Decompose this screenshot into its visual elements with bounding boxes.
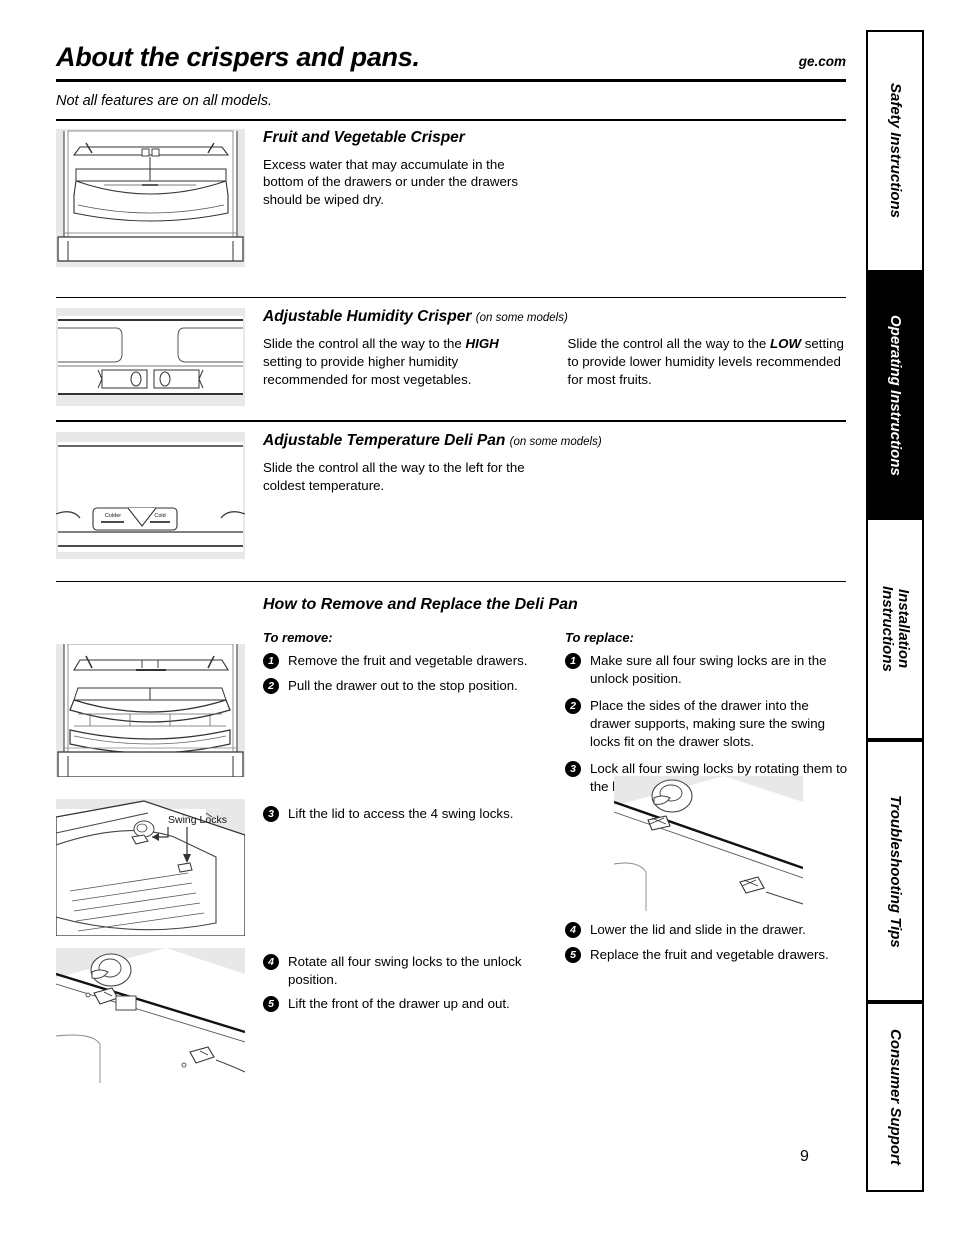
to-remove-label: To remove: [263, 630, 333, 646]
list-item: 4 Rotate all four swing locks to the unl… [263, 953, 553, 988]
page-number: 9 [800, 1148, 809, 1165]
humidity-low-text: Slide the control all the way to the LOW… [568, 335, 847, 388]
humidity-high-column: Slide the control all the way to the HIG… [263, 335, 542, 388]
swing-locks-lock-illustration [614, 776, 803, 912]
remove-steps-list-top: 1 Remove the fruit and vegetable drawers… [263, 652, 553, 694]
step-text: Lift the lid to access the 4 swing locks… [288, 806, 514, 822]
deli-pan-illustration: Colder Cold [56, 431, 245, 559]
crisper-heading: Fruit and Vegetable Crisper [263, 128, 465, 146]
divider-deli [56, 420, 846, 422]
sidebar-tab-label: Consumer Support [886, 1029, 904, 1165]
list-item: 4 Lower the lid and slide in the drawer. [565, 921, 850, 939]
step-number: 4 [263, 954, 279, 971]
crisper-illustration [56, 128, 245, 267]
section-fruit-vegetable-crisper: Fruit and Vegetable Crisper Excess water… [56, 128, 846, 267]
step-number: 3 [263, 806, 279, 823]
sidebar-tab-label: Installation Instructions [879, 586, 912, 672]
models-note: Not all features are on all models. [56, 93, 272, 109]
remove-steps-45-wrapper: 4 Rotate all four swing locks to the unl… [263, 953, 553, 1020]
deli-control-colder-label: Colder [105, 513, 121, 519]
step-text: Place the sides of the drawer into the d… [590, 698, 826, 749]
remove-steps-list-bottom: 4 Rotate all four swing locks to the unl… [263, 953, 553, 1013]
step-number: 1 [263, 653, 279, 670]
replace-steps-45-wrapper: 4 Lower the lid and slide in the drawer.… [565, 921, 850, 970]
open-drawer-illustration [56, 644, 245, 778]
step-number: 2 [565, 698, 581, 715]
step-text: Lift the front of the drawer up and out. [288, 996, 510, 1012]
sidebar-tab-operating-instructions[interactable]: Operating Instructions [866, 272, 924, 518]
humidity-high-pre: Slide the control all the way to the [263, 336, 466, 352]
replace-steps-list-bottom: 4 Lower the lid and slide in the drawer.… [565, 921, 850, 963]
deli-pan-heading-main: Adjustable Temperature Deli Pan [263, 431, 506, 449]
replace-steps-list-top: 1 Make sure all four swing locks are in … [565, 652, 850, 795]
divider-humidity [56, 296, 846, 299]
content-column: About the crispers and pans. ge.com Not … [56, 42, 847, 1084]
sidebar-tab-troubleshooting-tips[interactable]: Troubleshooting Tips [866, 740, 924, 1002]
step-text: Replace the fruit and vegetable drawers. [590, 946, 829, 962]
sidebar-tab-installation-instructions[interactable]: Installation Instructions [866, 518, 924, 740]
humidity-crisper-heading-main: Adjustable Humidity Crisper [263, 308, 472, 326]
deli-pan-qualifier: (on some models) [509, 435, 602, 448]
humidity-high-post: setting to provide higher humidity recom… [263, 354, 472, 387]
section-remove-replace: How to Remove and Replace the Deli Pan T… [56, 596, 847, 1084]
remove-step-3-wrapper: 3 Lift the lid to access the 4 swing loc… [263, 805, 553, 830]
remove-replace-heading: How to Remove and Replace the Deli Pan [263, 596, 578, 614]
section-adjustable-humidity-crisper: Adjustable Humidity Crisper (on some mod… [56, 308, 846, 407]
humidity-low-setting: LOW [770, 336, 802, 352]
step-number: 2 [263, 677, 279, 694]
list-item: 2 Pull the drawer out to the stop positi… [263, 677, 553, 695]
swing-locks-label-text: Swing Locks [168, 814, 227, 826]
step-number: 1 [565, 653, 581, 670]
crisper-body: Excess water that may accumulate in the … [263, 156, 518, 208]
ge-website-link[interactable]: ge.com [799, 54, 846, 69]
sidebar-tab-label: Troubleshooting Tips [886, 794, 904, 948]
step-text: Pull the drawer out to the stop position… [288, 677, 518, 693]
step-number: 4 [565, 922, 581, 939]
list-item: 5 Replace the fruit and vegetable drawer… [565, 946, 850, 964]
sidebar-tab-label: Operating Instructions [886, 314, 904, 476]
list-item: 1 Make sure all four swing locks are in … [565, 652, 850, 687]
crisper-text: Fruit and Vegetable Crisper Excess water… [245, 129, 846, 209]
swing-locks-callout-illustration: Swing Locks [56, 799, 245, 937]
humidity-crisper-qualifier: (on some models) [475, 312, 568, 325]
to-replace-label: To replace: [565, 630, 634, 646]
humidity-crisper-illustration [56, 308, 245, 407]
page-title: About the crispers and pans. [56, 42, 420, 72]
step-number: 5 [263, 996, 279, 1013]
deli-pan-body: Slide the control all the way to the lef… [263, 459, 525, 493]
humidity-columns: Slide the control all the way to the HIG… [263, 335, 846, 388]
humidity-high-setting: HIGH [465, 336, 499, 352]
step-text: Rotate all four swing locks to the unloc… [288, 954, 522, 987]
deli-pan-heading: Adjustable Temperature Deli Pan (on some… [263, 432, 846, 450]
list-item: 1 Remove the fruit and vegetable drawers… [263, 652, 553, 670]
step-text: Remove the fruit and vegetable drawers. [288, 653, 528, 669]
divider-remove-replace [56, 580, 846, 583]
list-item: 2 Place the sides of the drawer into the… [565, 697, 850, 750]
list-item: 3 Lift the lid to access the 4 swing loc… [263, 805, 553, 823]
step-number: 5 [565, 946, 581, 963]
divider-top [56, 119, 846, 121]
humidity-high-text: Slide the control all the way to the HIG… [263, 335, 542, 388]
list-item: 5 Lift the front of the drawer up and ou… [263, 995, 553, 1013]
remove-column: To remove: 1 Remove the fruit and vegeta… [263, 630, 553, 701]
humidity-low-column: Slide the control all the way to the LOW… [568, 335, 847, 388]
swing-locks-unlock-illustration [56, 948, 245, 1084]
page-header: About the crispers and pans. ge.com [56, 42, 846, 73]
section-adjustable-temperature-deli-pan: Colder Cold Adjustable Temperature Deli … [56, 431, 846, 559]
deli-pan-text: Adjustable Temperature Deli Pan (on some… [245, 432, 846, 495]
section-tabs-sidebar: Safety Instructions Operating Instructio… [866, 30, 924, 1192]
deli-control-cold-label: Cold [154, 513, 165, 519]
step-number: 3 [565, 761, 581, 778]
humidity-low-pre: Slide the control all the way to the [567, 336, 771, 352]
sidebar-tab-consumer-support[interactable]: Consumer Support [866, 1002, 924, 1192]
step-text: Lower the lid and slide in the drawer. [590, 922, 806, 938]
manual-page: About the crispers and pans. ge.com Not … [0, 0, 954, 1235]
step-text: Make sure all four swing locks are in th… [590, 653, 827, 686]
remove-steps-list-mid: 3 Lift the lid to access the 4 swing loc… [263, 805, 553, 823]
humidity-crisper-heading: Adjustable Humidity Crisper (on some mod… [263, 308, 846, 326]
sidebar-tab-safety-instructions[interactable]: Safety Instructions [866, 30, 924, 272]
sidebar-tab-label: Safety Instructions [886, 83, 904, 219]
humidity-crisper-text: Adjustable Humidity Crisper (on some mod… [245, 308, 846, 388]
